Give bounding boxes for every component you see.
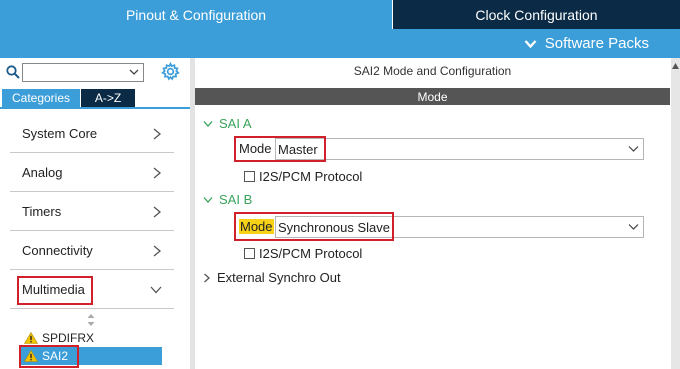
chevron-down-icon [150,286,162,293]
checkbox-label: I2S/PCM Protocol [259,246,363,261]
tab-pinout-label: Pinout & Configuration [125,6,267,23]
checkbox[interactable] [244,248,255,259]
scroll-up-icon[interactable] [671,62,680,70]
tab-a-to-z-label: A->Z [94,91,122,105]
sidebar-item-timers[interactable]: Timers [10,193,174,231]
chevron-right-icon [153,128,162,139]
sai-a-mode-highlight-box [234,136,326,162]
sai-a-label: SAI A [219,116,252,131]
sai-b-i2s-pcm-checkbox[interactable]: I2S/PCM Protocol [244,246,362,261]
checkbox[interactable] [244,171,255,182]
search-icon[interactable] [6,65,20,79]
sidebar-item-connectivity[interactable]: Connectivity [10,232,174,270]
software-packs-bar: Software Packs [0,29,680,58]
sai-b-mode-highlight-box [234,212,394,241]
sidebar-item-label: Timers [22,204,62,219]
tab-clock-configuration[interactable]: Clock Configuration [393,0,680,29]
tab-pinout-configuration[interactable]: Pinout & Configuration [0,0,392,29]
software-packs-button[interactable]: Software Packs [524,35,649,52]
external-synchro-out-label: External Synchro Out [217,270,341,285]
software-packs-label: Software Packs [544,35,649,52]
mode-section-header[interactable]: Mode [195,88,670,105]
mode-section-label: Mode [417,89,448,104]
chevron-right-icon [153,167,162,178]
chevron-down-icon [628,224,639,230]
sai2-highlight-box [19,345,79,368]
tab-categories-label: Categories [11,91,71,105]
sidebar-item-system-core[interactable]: System Core [10,115,174,153]
warning-icon [24,332,38,344]
multimedia-highlight-box [17,276,93,305]
checkbox-label: I2S/PCM Protocol [259,169,363,184]
search-input[interactable] [22,63,144,82]
tab-underline [0,107,190,109]
chevron-right-icon [153,245,162,256]
chevron-down-icon [203,120,213,127]
panel-title: SAI2 Mode and Configuration [353,64,512,78]
sai-b-label: SAI B [219,192,253,207]
external-synchro-out-toggle[interactable]: External Synchro Out [203,270,341,285]
chevron-right-icon [153,206,162,217]
chevron-down-icon [524,39,537,48]
scroll-arrows-icon[interactable] [86,313,96,327]
tab-a-to-z[interactable]: A->Z [81,89,135,107]
sai-a-mode-select[interactable]: Master [275,138,644,160]
sai-b-toggle[interactable]: SAI B [203,192,252,207]
chevron-right-icon [204,273,210,282]
sidebar-item-label: System Core [22,126,98,141]
scrollbar[interactable] [671,58,680,369]
sai-a-i2s-pcm-checkbox[interactable]: I2S/PCM Protocol [244,169,362,184]
list-item-spdifrx[interactable]: SPDIFRX [24,330,94,346]
sidebar-item-label: Analog [22,165,63,180]
chevron-down-icon [203,196,213,203]
sidebar-item-label: Connectivity [22,243,93,258]
sai-a-toggle[interactable]: SAI A [203,116,252,131]
tab-categories[interactable]: Categories [2,89,80,107]
sidebar-item-analog[interactable]: Analog [10,154,174,192]
chevron-down-icon[interactable] [129,67,139,77]
tab-clock-label: Clock Configuration [475,6,598,23]
chevron-down-icon [628,146,639,152]
list-item-label: SPDIFRX [42,331,95,345]
gear-icon[interactable] [161,62,180,81]
